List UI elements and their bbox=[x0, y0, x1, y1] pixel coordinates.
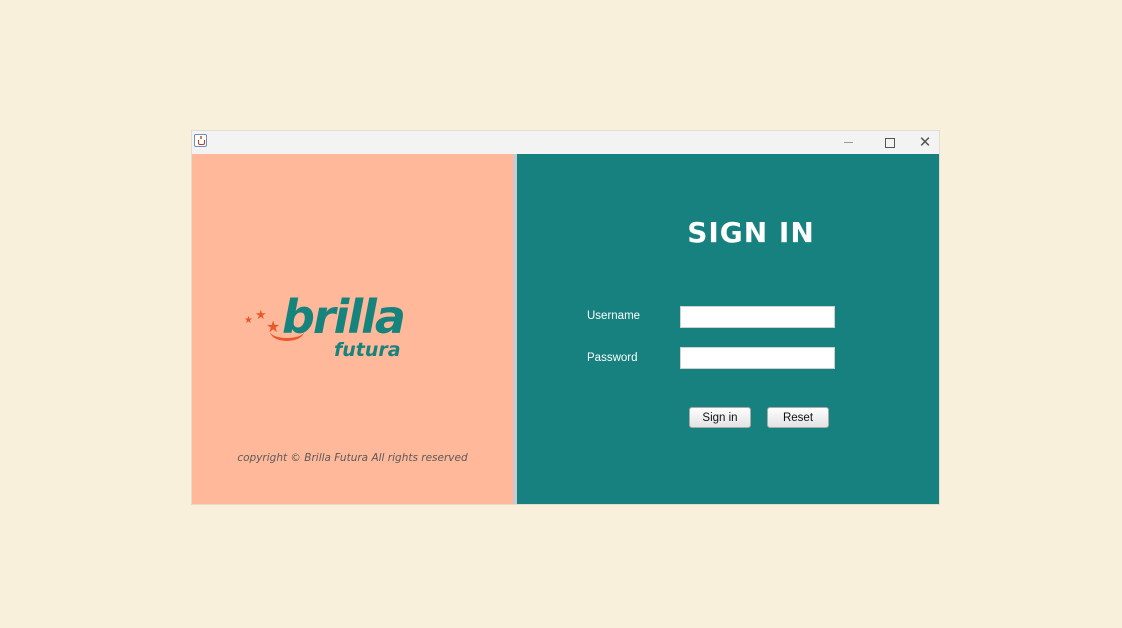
password-label: Password bbox=[587, 352, 638, 364]
copyright-text: copyright © Brilla Futura All rights res… bbox=[237, 452, 468, 464]
close-icon: ✕ bbox=[918, 133, 932, 151]
java-cup-icon bbox=[194, 134, 207, 147]
logo-brand-text: brilla bbox=[282, 290, 406, 344]
signin-title: SIGN IN bbox=[687, 216, 815, 249]
signin-button[interactable]: Sign in bbox=[689, 407, 751, 428]
maximize-icon bbox=[885, 137, 895, 148]
signin-panel: SIGN IN Username Password Sign in Reset bbox=[517, 154, 939, 504]
close-button[interactable]: ✕ bbox=[911, 131, 939, 154]
minimize-icon bbox=[843, 142, 853, 143]
star-icon: ★ bbox=[255, 308, 267, 323]
star-icon: ★ bbox=[244, 315, 253, 326]
brilla-futura-logo: ★ ★ ★ brilla futura bbox=[244, 292, 414, 372]
branding-panel: ★ ★ ★ brilla futura copyright © Brilla F… bbox=[192, 154, 513, 504]
maximize-button[interactable] bbox=[869, 131, 911, 154]
reset-button[interactable]: Reset bbox=[767, 407, 829, 428]
username-field[interactable] bbox=[680, 306, 835, 328]
username-label: Username bbox=[587, 310, 641, 322]
login-window: ✕ ★ ★ ★ brilla futura copyright © Brilla… bbox=[192, 131, 939, 504]
logo-sub-text: futura bbox=[334, 339, 401, 361]
minimize-button[interactable] bbox=[827, 131, 869, 154]
title-bar[interactable]: ✕ bbox=[192, 131, 939, 154]
password-field[interactable] bbox=[680, 347, 835, 369]
